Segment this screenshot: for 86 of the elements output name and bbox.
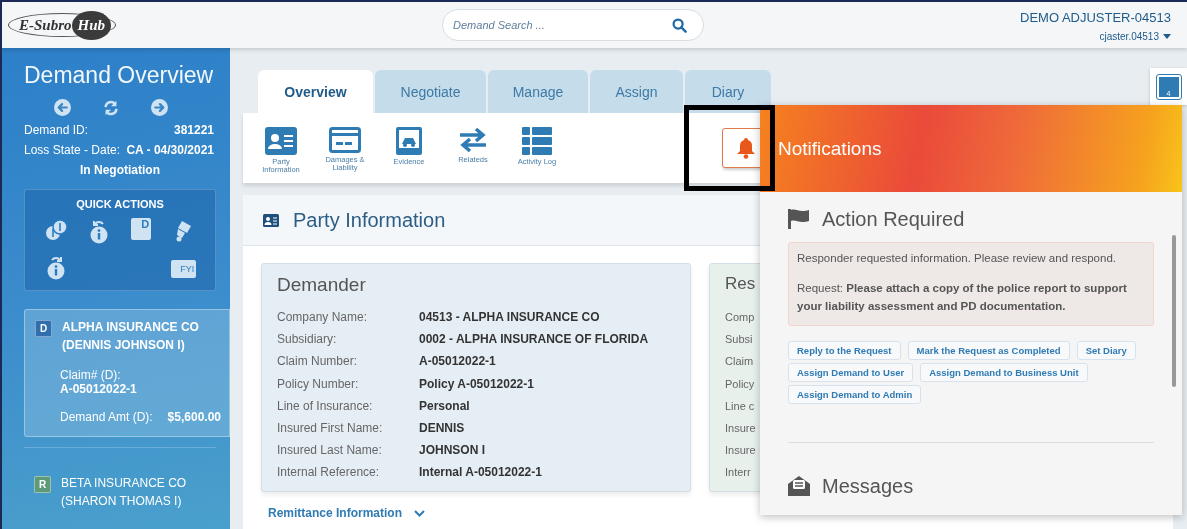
field-label: Insured First Name:	[277, 421, 384, 436]
logo-text-badge: Hub	[71, 10, 112, 40]
claim-label: Claim# (D):	[60, 368, 122, 382]
field-label: Subsi	[725, 333, 753, 346]
info-label: Loss State - Date:	[24, 143, 121, 157]
sidebar-title: Demand Overview	[24, 62, 215, 89]
field-value: Personal	[419, 398, 470, 413]
fyi-icon[interactable]: FYI	[171, 260, 197, 278]
field-label: Subsidiary:	[277, 332, 338, 347]
action-button[interactable]: Reply to the Request	[788, 341, 901, 360]
envelope-icon	[788, 476, 810, 496]
amount-value: $5,600.00	[167, 410, 221, 424]
field-label: Comp	[725, 311, 755, 324]
field-label: Company Name:	[277, 310, 369, 325]
field-label: Policy	[725, 377, 755, 390]
bell-icon	[736, 137, 756, 159]
tab[interactable]: Manage	[488, 70, 588, 113]
action-button[interactable]: Mark the Request as Completed	[907, 341, 1070, 360]
request-message: Responder requested information. Please review and respond.	[797, 251, 1117, 266]
card-icon	[329, 127, 361, 153]
section-title: Action Required	[822, 207, 965, 231]
party-badge: D	[35, 320, 52, 337]
caret-icon	[1163, 34, 1171, 39]
panel-title: Party Information	[293, 208, 446, 232]
card-title: Res	[725, 274, 756, 294]
scrollbar[interactable]	[1172, 235, 1176, 387]
party-card[interactable]: R BETA INSURANCE CO (SHARON THOMAS I)	[24, 466, 230, 522]
action-button[interactable]: Assign Demand to User	[788, 363, 914, 382]
previous-icon[interactable]	[54, 99, 71, 116]
field-value: Policy A-05012022-1	[419, 376, 534, 391]
demand-status: In Negotiation	[79, 163, 161, 177]
coins-icon[interactable]	[44, 218, 69, 242]
card-title: Demander	[277, 274, 367, 296]
chevron-down-icon	[414, 509, 425, 517]
field-label: Claim Number:	[277, 354, 358, 369]
field-label: Insure	[725, 444, 756, 457]
request-text: Request: Please attach a copy of the police report to support your liability assessment and PD documentation.	[797, 281, 1128, 314]
party-name: BETA INSURANCE CO (SHARON THOMAS I)	[61, 475, 188, 510]
tab[interactable]: Assign	[590, 70, 683, 113]
field-value: DENNIS	[419, 421, 465, 436]
tab[interactable]: Overview	[258, 70, 373, 113]
photo-icon	[396, 127, 422, 155]
field-label: Claim	[725, 355, 754, 368]
user-menu[interactable]: cjaster.04513	[1099, 31, 1171, 42]
info-forward-icon[interactable]	[46, 254, 67, 280]
search-field[interactable]: Demand Search ...	[442, 9, 705, 41]
info-label: Demand ID:	[24, 123, 89, 137]
action-button[interactable]: Assign Demand to Business Unit	[920, 363, 1088, 382]
field-label: Internal Reference:	[277, 465, 381, 480]
id-card-icon	[265, 127, 297, 155]
action-button[interactable]: Set Diary	[1076, 341, 1136, 360]
field-value: 04513 - ALPHA INSURANCE CO	[419, 310, 600, 325]
refresh-icon[interactable]	[102, 99, 120, 117]
info-back-icon[interactable]	[88, 218, 109, 244]
list-icon	[522, 127, 552, 155]
search-icon[interactable]	[672, 18, 688, 33]
section-title: Messages	[822, 474, 914, 498]
claim-value: A-05012022-1	[60, 382, 138, 396]
field-value: A-05012022-1	[419, 354, 496, 369]
swap-icon	[458, 127, 488, 153]
flag-icon	[788, 209, 810, 229]
user-name: DEMO ADJUSTER-04513	[1020, 10, 1171, 25]
info-value: CA - 04/30/2021	[126, 143, 214, 157]
document-check-icon[interactable]: D	[131, 218, 152, 240]
logo-text: E-Subro	[19, 16, 72, 34]
field-label: Interr	[725, 466, 751, 479]
field-label: Policy Number:	[277, 376, 360, 391]
field-label: Insured Last Name:	[277, 443, 383, 458]
tab[interactable]: Negotiate	[375, 70, 486, 113]
party-name: ALPHA INSURANCE CO (DENNIS JOHNSON I)	[62, 319, 200, 354]
field-label: Line of Insurance:	[277, 398, 374, 413]
party-card[interactable]: D ALPHA INSURANCE CO (DENNIS JOHNSON I) Claim# (D): A-05012022-1 Demand Amt (D): $5,600.00	[24, 309, 230, 437]
next-icon[interactable]	[151, 99, 168, 116]
card-title: QUICK ACTIONS	[75, 198, 165, 210]
remittance-link[interactable]: Remittance Information	[268, 506, 1173, 520]
field-value: JOHNSON I	[419, 443, 485, 458]
id-card-icon	[263, 213, 279, 227]
field-label: Line c	[725, 399, 755, 412]
panel-title: Notifications	[778, 137, 882, 160]
field-value: Internal A-05012022-1	[419, 465, 542, 480]
info-value: 381221	[173, 123, 214, 137]
action-button[interactable]: Assign Demand to Admin	[788, 385, 922, 404]
field-value: 0002 - ALPHA INSURANCE OF FLORIDA	[419, 332, 649, 347]
party-badge: R	[34, 476, 51, 493]
amount-label: Demand Amt (D):	[60, 410, 153, 424]
field-label: Insure	[725, 422, 756, 435]
